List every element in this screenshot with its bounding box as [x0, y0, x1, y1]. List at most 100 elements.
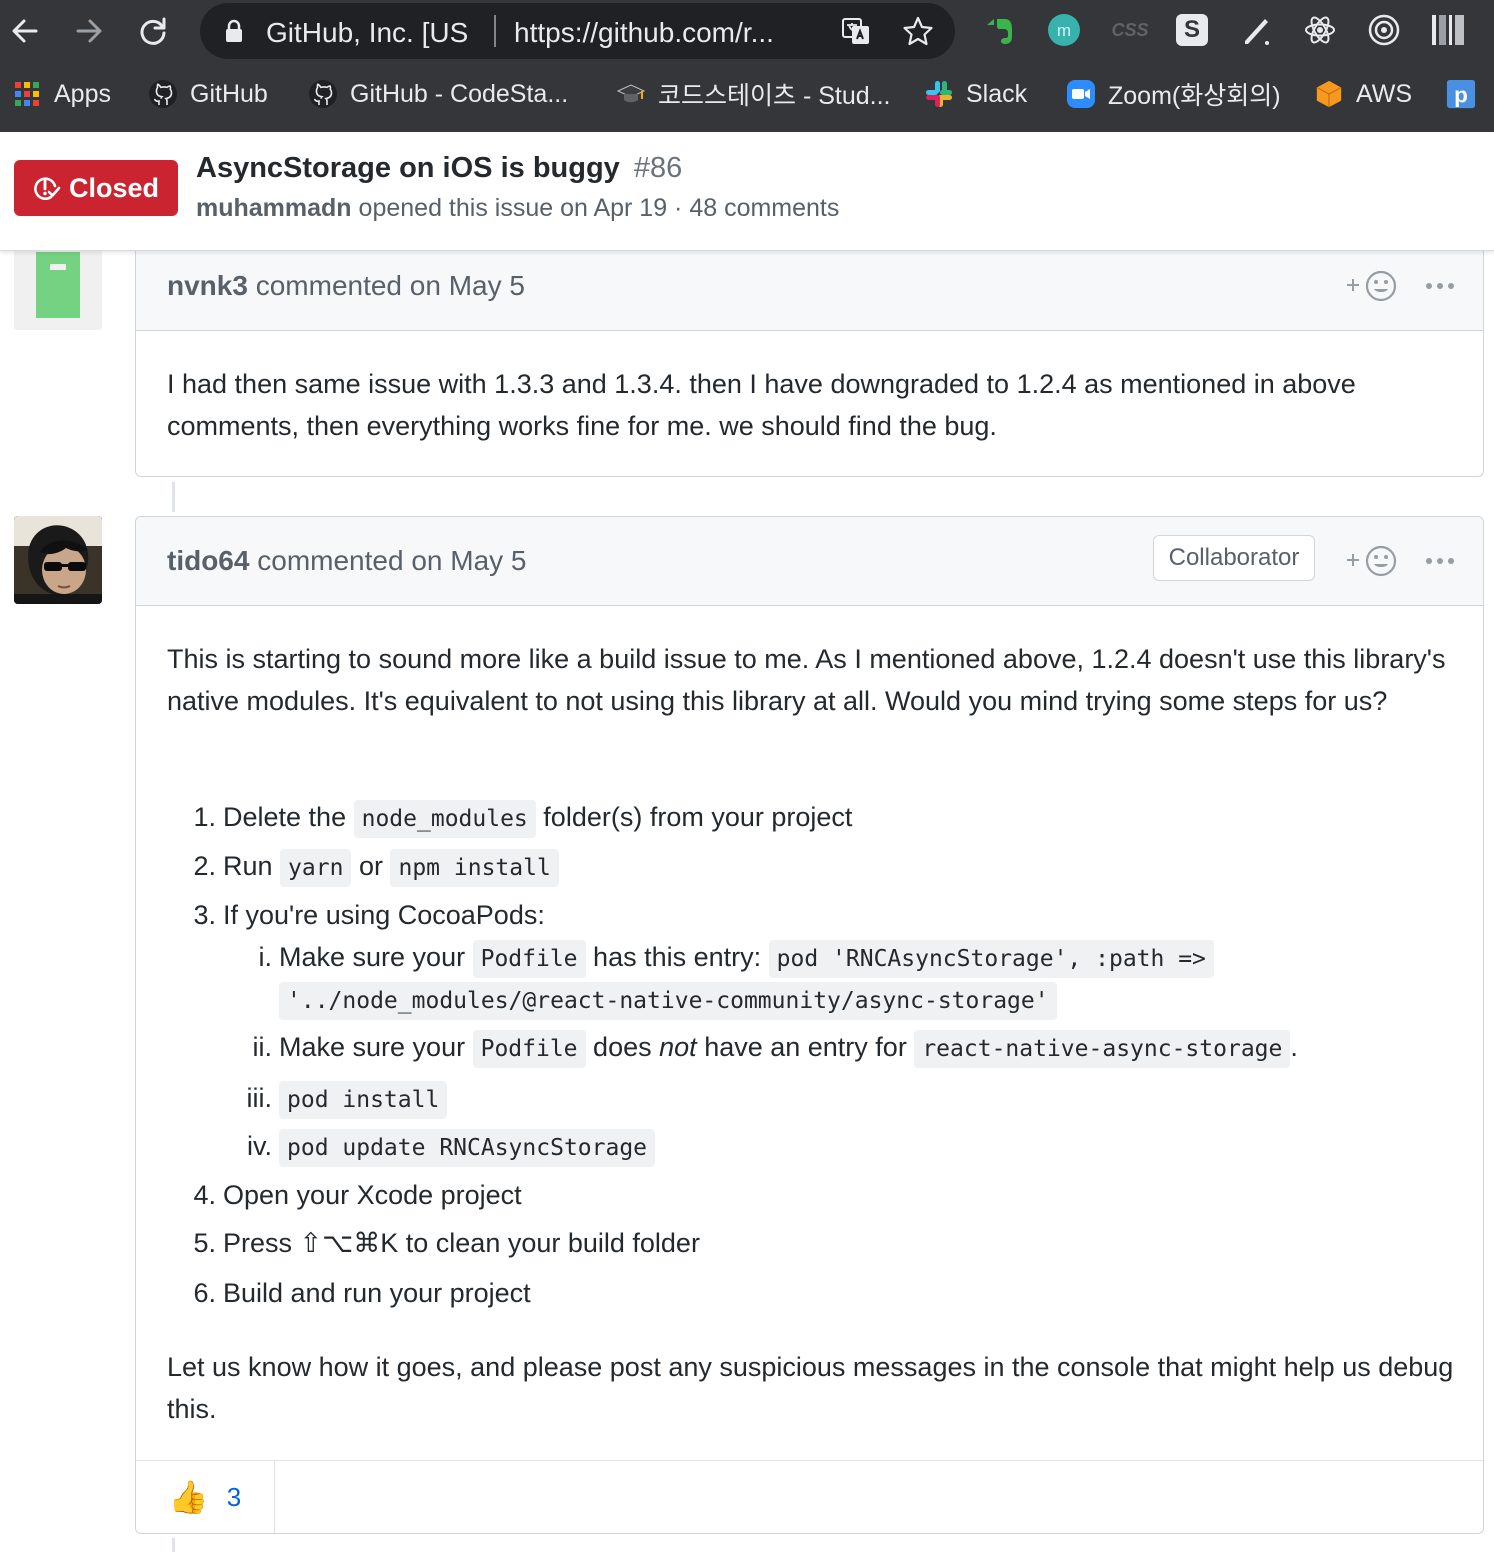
bookmark-codestates-student[interactable]: 코드스테이츠 - Stud... — [616, 76, 890, 112]
github-logo-icon — [148, 79, 178, 109]
comment-options-button[interactable] — [1420, 541, 1460, 581]
bookmark-github-codestates[interactable]: GitHub - CodeSta... — [308, 76, 568, 112]
list-item: Build and run your project — [223, 1278, 531, 1308]
inline-code: node_modules — [353, 800, 536, 838]
site-identity: GitHub, Inc. [US — [266, 17, 469, 48]
inline-code: npm install — [390, 849, 559, 887]
bookmark-github[interactable]: GitHub — [148, 76, 268, 112]
slack-logo-icon — [924, 79, 954, 109]
avatar-nvnk3[interactable] — [14, 242, 102, 330]
list-number: 4. — [193, 1180, 216, 1210]
svg-text:p: p — [1454, 82, 1468, 107]
m-extension-icon[interactable]: m — [1046, 12, 1082, 48]
zoom-logo-icon — [1066, 79, 1096, 109]
inline-code: pod install — [279, 1081, 448, 1119]
list-item: Delete the node_modules folder(s) from y… — [223, 797, 852, 838]
arrow-right-icon — [76, 19, 102, 43]
bookmark-apps[interactable]: Apps — [12, 76, 111, 112]
comment-author-line: tido64 commented on May 5 — [167, 545, 527, 577]
barcode-extension-icon[interactable] — [1430, 12, 1466, 48]
graduation-cap-icon — [616, 79, 646, 109]
lock-icon — [226, 19, 242, 42]
thumbs-up-icon: 👍 — [168, 1479, 209, 1515]
s-extension-icon[interactable]: S — [1174, 12, 1210, 48]
css-extension-icon[interactable]: CSS — [1108, 12, 1152, 48]
forward-button[interactable] — [72, 14, 106, 48]
issue-meta: muhammadn opened this issue on Apr 19 · … — [196, 194, 839, 223]
issue-author-link[interactable]: muhammadn — [196, 194, 352, 222]
list-number: iii. — [246, 1083, 273, 1113]
pen-extension-icon[interactable] — [1238, 12, 1274, 48]
issue-title-text: AsyncStorage on iOS is buggy — [196, 152, 620, 184]
p-app-icon: p — [1446, 79, 1476, 109]
comment-body: I had then same issue with 1.3.3 and 1.3… — [167, 369, 1356, 441]
list-item: Make sure your Podfile does not have an … — [279, 1027, 1298, 1068]
list-item: Open your Xcode project — [223, 1180, 522, 1210]
url-text: https://github.com/r... — [514, 17, 774, 48]
inline-code: pod update RNCAsyncStorage — [279, 1129, 656, 1167]
list-number: iv. — [247, 1131, 272, 1161]
add-reaction-button[interactable] — [1340, 266, 1400, 306]
issue-title: AsyncStorage on iOS is buggy #86 — [196, 152, 682, 185]
list-number: 5. — [193, 1228, 216, 1258]
comment-header: tido64 commented on May 5 Collaborator — [136, 517, 1483, 606]
bookmark-slack[interactable]: Slack — [924, 76, 1027, 112]
aws-cube-icon — [1314, 79, 1344, 109]
comment-intro: This is starting to sound more like a bu… — [167, 644, 1446, 716]
issue-sticky-header: Closed AsyncStorage on iOS is buggy #86 … — [0, 132, 1494, 251]
list-item: pod install — [279, 1078, 448, 1119]
kebab-horizontal-icon — [1426, 283, 1454, 289]
omnibox-divider — [494, 15, 496, 47]
list-item: Make sure your Podfile has this entry: p… — [279, 937, 1214, 978]
inline-code: react-native-async-storage — [914, 1030, 1291, 1068]
list-item-continuation: '../node_modules/@react-native-community… — [279, 979, 1057, 1020]
list-item: Press ⇧⌥⌘K to clean your build folder — [223, 1228, 700, 1258]
list-number: 2. — [193, 851, 216, 881]
list-number: 1. — [193, 802, 216, 832]
react-devtools-icon[interactable] — [1302, 12, 1338, 48]
timeline-connector — [172, 482, 175, 512]
bookmark-star-icon[interactable] — [902, 15, 934, 47]
comment-nvnk3: nvnk3 commented on May 5 I had then same… — [135, 240, 1484, 477]
apps-grid-icon — [12, 79, 42, 109]
evernote-extension-icon[interactable] — [982, 12, 1018, 48]
add-reaction-button[interactable] — [1340, 541, 1400, 581]
inline-code: '../node_modules/@react-native-community… — [279, 982, 1057, 1020]
svg-text:m: m — [1057, 21, 1071, 40]
translate-icon[interactable] — [840, 15, 872, 47]
inline-code: Podfile — [472, 1030, 586, 1068]
kebab-horizontal-icon — [1426, 558, 1454, 564]
address-bar[interactable]: GitHub, Inc. [US https://github.com/r... — [200, 3, 955, 59]
reload-button[interactable] — [136, 14, 170, 48]
bookmark-zoom[interactable]: Zoom(화상회의) — [1066, 76, 1281, 112]
reactions-bar: 👍 3 — [136, 1460, 1483, 1533]
github-logo-icon — [308, 79, 338, 109]
timeline-connector — [172, 1538, 175, 1552]
inline-code: yarn — [280, 849, 352, 887]
arrow-left-icon — [12, 19, 38, 43]
list-item: Run yarn or npm install — [223, 846, 559, 887]
browser-chrome: GitHub, Inc. [US https://github.com/r...… — [0, 0, 1494, 132]
list-number: i. — [258, 942, 273, 972]
comment-date[interactable]: commented on May 5 — [257, 545, 526, 576]
list-number: ii. — [252, 1032, 273, 1062]
inline-code: pod 'RNCAsyncStorage', :path => — [768, 940, 1214, 978]
comment-options-button[interactable] — [1420, 266, 1460, 306]
back-button[interactable] — [8, 14, 42, 48]
target-extension-icon[interactable] — [1366, 12, 1402, 48]
comment-author-line: nvnk3 commented on May 5 — [167, 270, 525, 302]
comment-tido64: tido64 commented on May 5 Collaborator T… — [135, 516, 1484, 1534]
smiley-plus-icon — [1347, 545, 1397, 577]
bookmark-p-app[interactable]: p — [1446, 76, 1476, 112]
comment-author[interactable]: tido64 — [167, 545, 249, 576]
comment-author[interactable]: nvnk3 — [167, 270, 248, 301]
list-item: If you're using CocoaPods: — [223, 900, 545, 930]
comment-date[interactable]: commented on May 5 — [256, 270, 525, 301]
issue-opened-text: opened this issue on Apr 19 · 48 comment… — [358, 194, 840, 222]
reaction-count: 3 — [226, 1481, 242, 1512]
bookmark-aws[interactable]: AWS — [1314, 76, 1412, 112]
list-number: 6. — [193, 1278, 216, 1308]
comment-outro: Let us know how it goes, and please post… — [167, 1352, 1454, 1424]
thumbs-up-reaction[interactable]: 👍 3 — [136, 1461, 275, 1533]
avatar-tido64[interactable] — [14, 516, 102, 604]
